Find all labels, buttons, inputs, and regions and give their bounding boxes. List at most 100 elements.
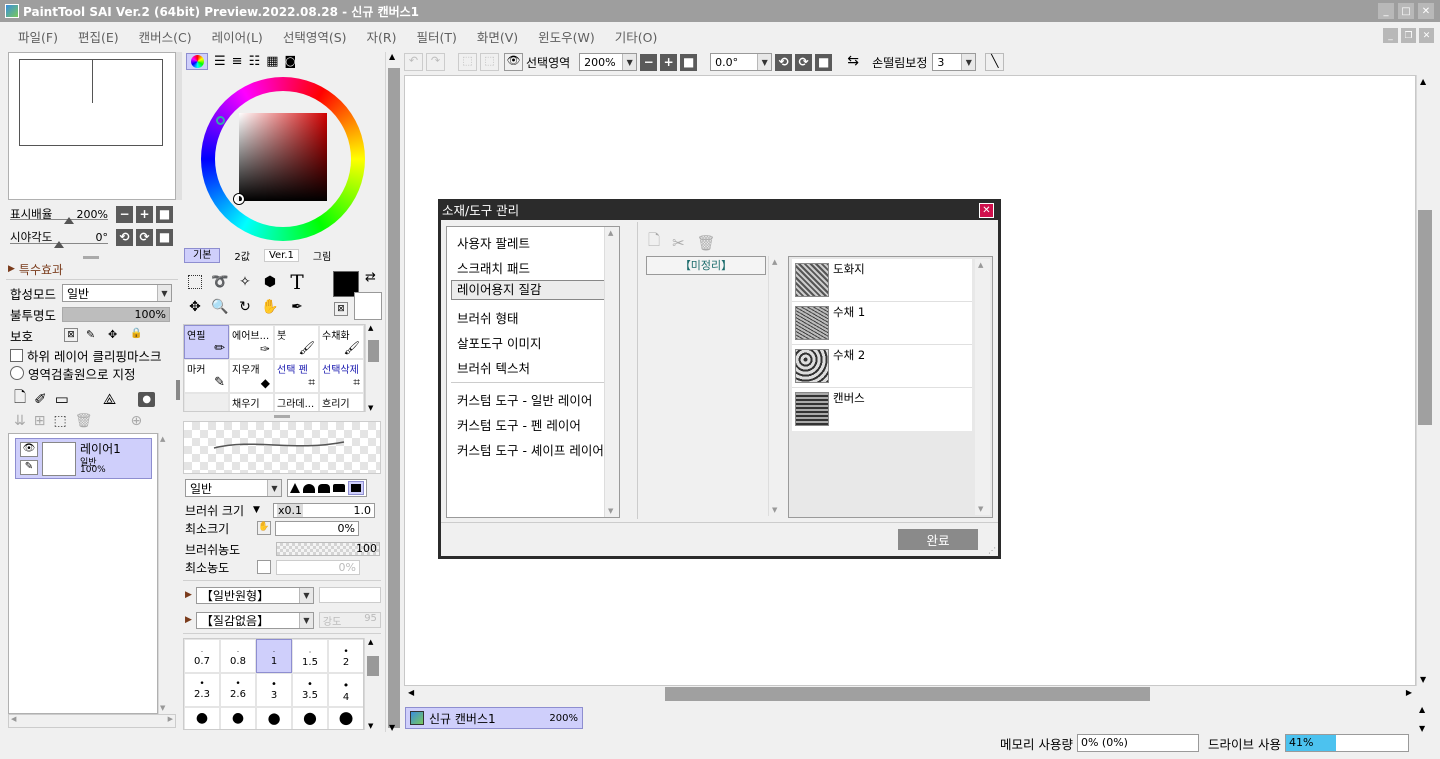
- texture-item[interactable]: 수채 2: [792, 345, 972, 388]
- menu-file[interactable]: 파일(F): [8, 27, 68, 46]
- density-slider[interactable]: 100: [276, 542, 380, 556]
- shape-tip-4-icon[interactable]: [333, 484, 345, 492]
- size-preset[interactable]: · 1.5: [292, 639, 328, 673]
- size-preset[interactable]: ●: [292, 707, 328, 729]
- clip-checkbox[interactable]: [10, 348, 23, 362]
- brush-pencil[interactable]: 연필 ✏: [184, 325, 229, 359]
- panel-splitter[interactable]: [83, 256, 99, 259]
- mask-icon[interactable]: ●: [138, 391, 156, 407]
- brush-brush[interactable]: 붓 🖌: [274, 325, 319, 359]
- protect-draw-icon[interactable]: ✎: [86, 328, 100, 342]
- swatch-tab-icon[interactable]: ☷: [249, 54, 261, 69]
- tool-tab-picture[interactable]: 그림: [309, 248, 335, 263]
- menu-canvas[interactable]: 캔버스(C): [129, 27, 202, 46]
- brush-select-erase[interactable]: 선택삭제 ⌗: [319, 359, 364, 393]
- shape-icon[interactable]: ⬢: [259, 271, 281, 293]
- pressure-density-checkbox[interactable]: [257, 560, 271, 574]
- dialog-close-button[interactable]: ✕: [979, 203, 994, 218]
- eyedropper-icon[interactable]: ✒: [286, 296, 308, 318]
- zoom-tool-icon[interactable]: 🔍: [209, 296, 231, 318]
- deselect-icon[interactable]: ⬚: [458, 53, 477, 71]
- redo-icon[interactable]: ↷: [426, 53, 445, 71]
- canvas-rotate-reset-button[interactable]: ■: [815, 53, 833, 71]
- brush-select-pen[interactable]: 선택 펜 ⌗: [274, 359, 319, 393]
- tool-tab-binary[interactable]: 2값: [230, 248, 254, 263]
- brush-fill[interactable]: 채우기: [229, 393, 274, 411]
- rgb-slider-tab-icon[interactable]: ☰: [214, 54, 226, 69]
- category-brush-shape[interactable]: 브러쉬 형태: [457, 308, 518, 327]
- category-scratch-pad[interactable]: 스크래치 패드: [457, 258, 530, 277]
- palette-tab-icon[interactable]: ▦: [266, 54, 278, 69]
- texture-item[interactable]: 캔버스: [792, 388, 972, 431]
- layer-hscroll[interactable]: ◀ ▶: [8, 714, 176, 728]
- saturation-value-box[interactable]: [234, 113, 327, 204]
- doc-restore-button[interactable]: ❐: [1401, 28, 1416, 43]
- rotate-tool-icon[interactable]: ↻: [234, 296, 256, 318]
- layer-mask-apply-icon[interactable]: ⊕: [130, 413, 142, 429]
- menu-ruler[interactable]: 자(R): [357, 27, 407, 46]
- scratchpad-tab-icon[interactable]: ◙: [285, 54, 297, 68]
- menu-selection[interactable]: 선택영역(S): [273, 27, 357, 46]
- canvas-zoom-select[interactable]: 200% ▼: [579, 53, 638, 71]
- brush-shape-select[interactable]: 【일반원형】 ▼: [195, 586, 314, 604]
- category-paper-texture[interactable]: 레이어용지 질감: [451, 280, 616, 300]
- folder-list-scrollbar[interactable]: ▲ ▼: [768, 256, 783, 516]
- brush-gradient[interactable]: 그라데...: [274, 393, 319, 411]
- minimize-button[interactable]: _: [1378, 3, 1394, 19]
- lock-icon[interactable]: 🔒: [130, 328, 144, 342]
- select-source-checkbox[interactable]: [10, 366, 24, 380]
- expand-arrow-icon[interactable]: ▶: [8, 264, 15, 274]
- size-preset[interactable]: · 1: [256, 639, 292, 673]
- menu-layer[interactable]: 레이어(L): [202, 27, 273, 46]
- stabilizer-select[interactable]: 3 ▼: [932, 53, 977, 71]
- angle-slider-thumb[interactable]: [54, 241, 64, 248]
- menu-filter[interactable]: 필터(T): [406, 27, 466, 46]
- hand-icon[interactable]: ✋: [259, 296, 281, 318]
- category-custom-pen[interactable]: 커스텀 도구 - 펜 레이어: [457, 415, 581, 434]
- magic-wand-icon[interactable]: ✧: [234, 271, 256, 293]
- clear-layer-icon[interactable]: ⬚: [53, 413, 66, 429]
- size-preset[interactable]: ●: [184, 707, 220, 729]
- size-preset[interactable]: · 0.7: [184, 639, 220, 673]
- expand-arrow-icon[interactable]: ▶: [185, 590, 192, 600]
- brush-mode-select[interactable]: 일반 ▼: [185, 479, 282, 497]
- lasso-icon[interactable]: ➰: [209, 271, 231, 293]
- brush-empty[interactable]: [184, 393, 229, 411]
- new-layer-icon[interactable]: 🗋: [14, 387, 26, 412]
- trash-icon[interactable]: 🗑: [75, 413, 93, 429]
- category-custom-shape[interactable]: 커스텀 도구 - 셰이프 레이어: [457, 440, 604, 459]
- move-icon[interactable]: ✥: [184, 296, 206, 318]
- brush-texture-select[interactable]: 【질감없음】 ▼: [195, 611, 314, 629]
- canvas-vscrollbar[interactable]: ▲ ▼: [1416, 75, 1432, 686]
- folder-unsorted[interactable]: 【미정리】: [646, 256, 766, 275]
- canvas-tab[interactable]: 신규 캔버스1 200%: [405, 707, 583, 729]
- shape-tip-2-icon[interactable]: [303, 483, 315, 493]
- layer-row[interactable]: 👁 ✎ 레이어1 일반 100%: [15, 438, 152, 479]
- text-tool-icon[interactable]: T: [286, 270, 308, 294]
- shape-tip-5-icon[interactable]: [348, 481, 364, 495]
- shape-tip-1-icon[interactable]: [290, 483, 300, 493]
- delete-material-icon[interactable]: 🗑: [697, 234, 716, 252]
- tool-tab-ver1[interactable]: Ver.1: [263, 248, 299, 262]
- new-pen-layer-icon[interactable]: ✐: [34, 390, 47, 408]
- dialog-title-bar[interactable]: 소재/도구 관리: [438, 199, 1001, 220]
- duplicate-icon[interactable]: ⊞: [34, 413, 46, 429]
- effects-label[interactable]: 특수효과: [19, 261, 63, 278]
- size-preset[interactable]: • 2: [328, 639, 363, 673]
- undo-icon[interactable]: ↶: [404, 53, 423, 71]
- brush-watercolor[interactable]: 수채화 🖌: [319, 325, 364, 359]
- menu-view[interactable]: 화면(V): [467, 27, 528, 46]
- size-mult-chevron-icon[interactable]: ▼: [253, 505, 273, 515]
- brush-marker[interactable]: 마커 ✎: [184, 359, 229, 393]
- expand-arrow-icon[interactable]: ▶: [185, 615, 192, 625]
- doc-close-button[interactable]: ✕: [1419, 28, 1434, 43]
- layer-transform-icon[interactable]: ⟁: [103, 390, 116, 408]
- layer-list-scrollbar[interactable]: ▲ ▼: [158, 433, 174, 714]
- texture-list-scrollbar[interactable]: ▲ ▼: [975, 259, 990, 515]
- size-preset[interactable]: ●: [256, 707, 292, 729]
- zoom-slider[interactable]: [10, 219, 108, 222]
- blend-mode-select[interactable]: 일반 ▼: [62, 284, 172, 302]
- canvas-hscrollbar[interactable]: ◀ ▶: [404, 686, 1416, 702]
- shape-tip-3-icon[interactable]: [318, 483, 330, 493]
- transparent-color-icon[interactable]: ⊠: [334, 302, 348, 316]
